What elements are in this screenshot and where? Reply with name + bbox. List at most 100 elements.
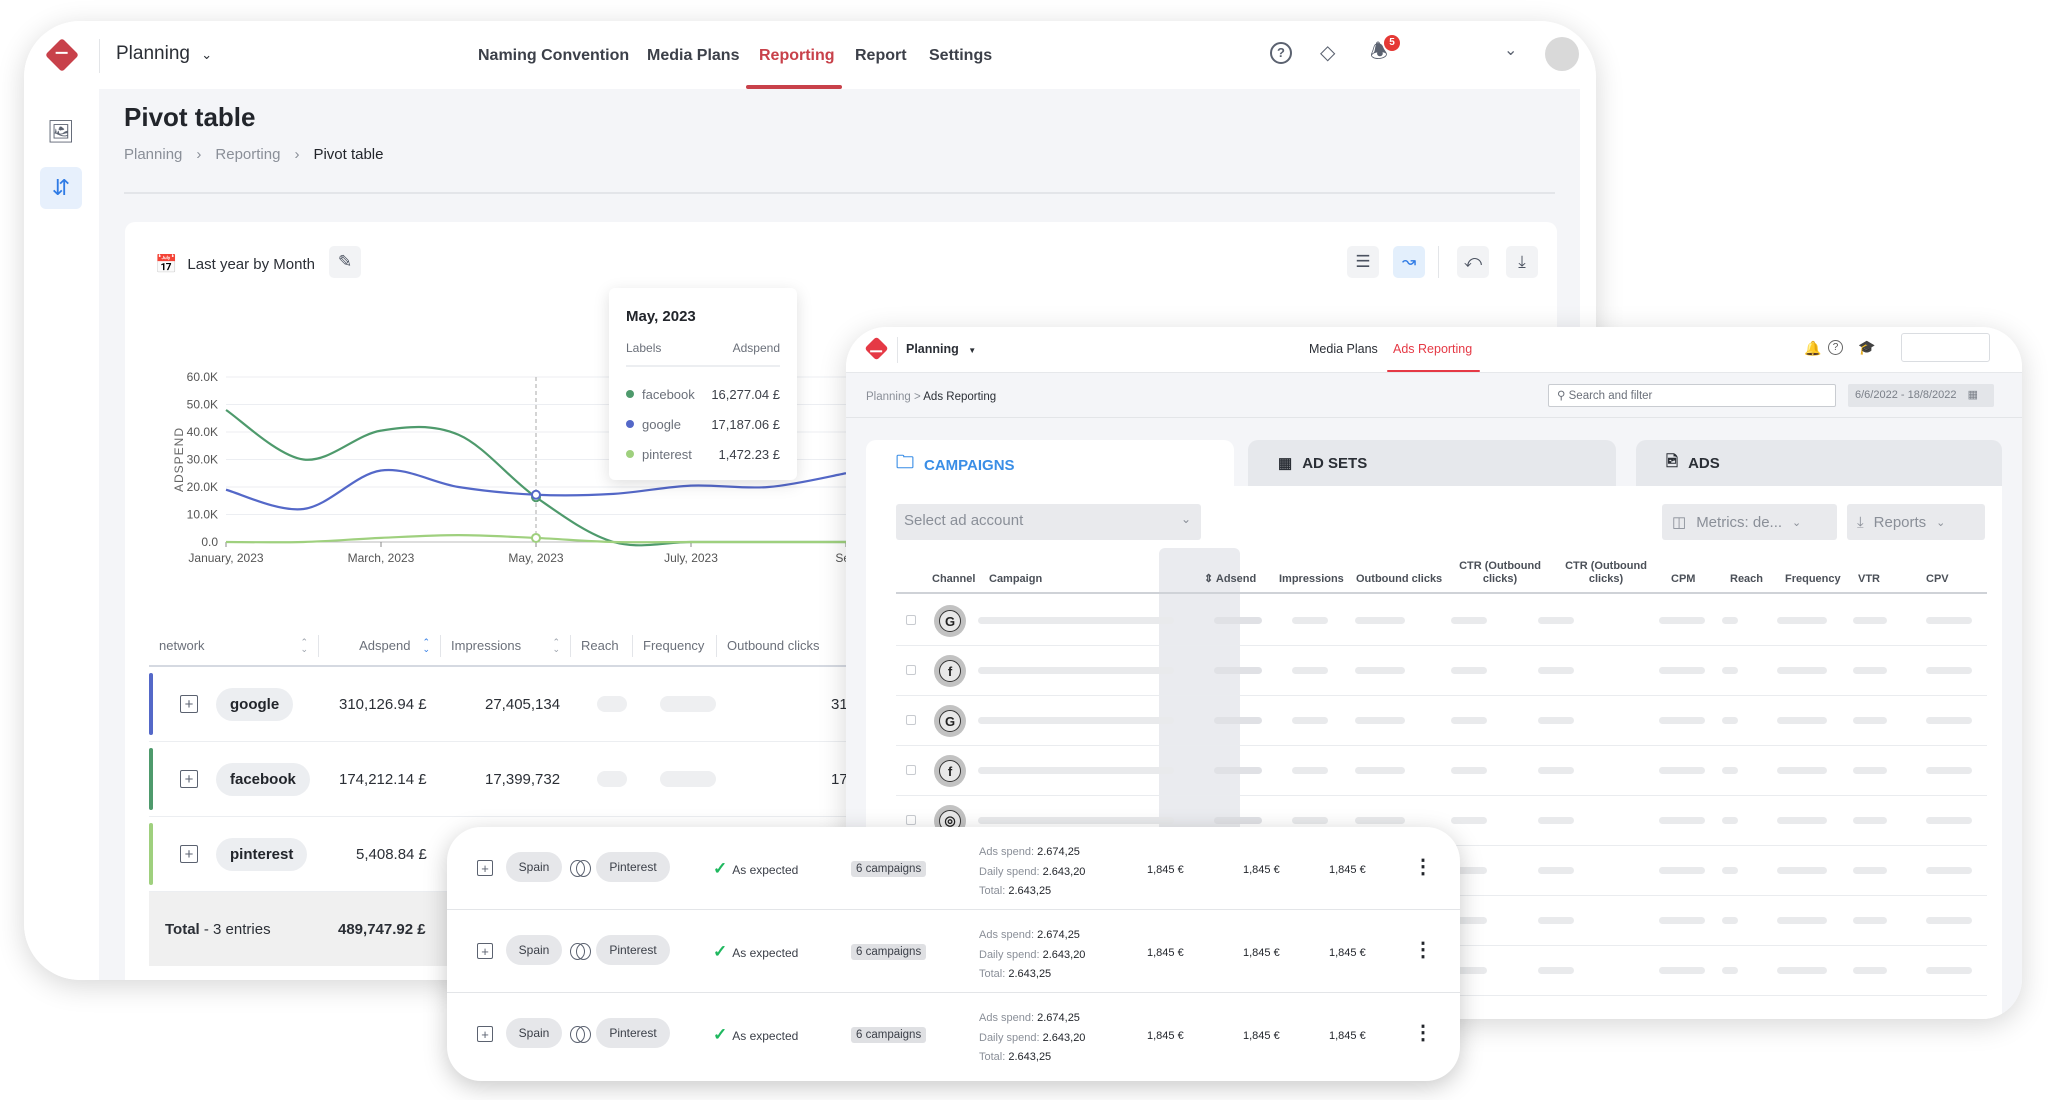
media-library-icon[interactable]: 🖼	[40, 111, 82, 153]
ads-header: Planning ▼ Media Plans Ads Reporting 🔔 ?…	[846, 327, 2022, 373]
account-box[interactable]	[1901, 333, 1990, 362]
col-reach[interactable]: Reach	[1730, 573, 1763, 586]
edit-pencil-icon[interactable]: ✎	[329, 246, 361, 278]
sort-icon[interactable]: ⌃ ⌄	[552, 638, 560, 654]
metric-placeholder	[1777, 617, 1827, 624]
col-cpm[interactable]: CPM	[1671, 573, 1695, 586]
chevron-down-icon[interactable]: ⌄	[1504, 43, 1517, 59]
col-network[interactable]: network ⌃ ⌄	[149, 635, 319, 657]
facebook-channel-icon: f	[934, 655, 966, 687]
spend-summary: Ads spend: 2.674,25 Daily spend: 2.643,20…	[979, 926, 1085, 985]
col-ctr-outbound[interactable]: CTR (Outbound clicks)	[1454, 560, 1546, 586]
col-adspend[interactable]: Adspend ⌃ ⌄	[319, 635, 441, 657]
metric-placeholder	[1355, 617, 1405, 624]
sort-icon[interactable]: ⌃ ⌄	[422, 638, 430, 654]
data-point-pinterest	[531, 532, 541, 543]
workspace-selector[interactable]: Planning ▼	[906, 342, 976, 356]
search-icon: ⚲	[1557, 390, 1566, 402]
row-checkbox[interactable]	[906, 715, 916, 725]
nav-ads-reporting[interactable]: Ads Reporting	[1393, 342, 1472, 356]
more-options-icon[interactable]: ⋮	[1413, 857, 1433, 877]
app-logo[interactable]	[864, 336, 889, 361]
status-indicator: ✓ As expected	[713, 942, 798, 962]
download-icon[interactable]: ⤓	[1506, 246, 1538, 278]
expand-icon[interactable]: +	[180, 845, 198, 863]
col-campaign[interactable]: Campaign	[989, 573, 1042, 586]
row-checkbox[interactable]	[906, 615, 916, 625]
tab-campaigns[interactable]: 🗀 CAMPAIGNS	[866, 440, 1234, 490]
ads-table-row[interactable]: G	[896, 596, 1987, 646]
col-cpv[interactable]: CPV	[1926, 573, 1949, 586]
pivot-table-icon[interactable]: ⇵	[40, 167, 82, 209]
ads-table-row[interactable]: f	[896, 746, 1987, 796]
search-input[interactable]: ⚲ Search and filter	[1548, 384, 1836, 407]
breadcrumb: Planning > Ads Reporting	[866, 391, 997, 403]
col-frequency[interactable]: Frequency	[1785, 573, 1841, 586]
academy-icon[interactable]: ◇	[1320, 43, 1335, 63]
bell-icon[interactable]: 🔔	[1804, 341, 1821, 355]
frequency-placeholder	[660, 696, 716, 712]
workspace-selector[interactable]: Planning ⌄	[116, 43, 212, 65]
sort-icon: ⇕	[1204, 573, 1214, 585]
breadcrumb-planning[interactable]: Planning	[124, 146, 182, 163]
help-icon[interactable]: ?	[1270, 42, 1292, 64]
col-outbound-clicks[interactable]: Outbound clicks	[717, 635, 847, 657]
nav-reporting[interactable]: Reporting	[759, 47, 835, 65]
label: Daily spend:	[979, 865, 1040, 878]
col-impressions[interactable]: Impressions	[1279, 573, 1344, 586]
tab-ad-sets[interactable]: ▦ AD SETS	[1248, 440, 1616, 486]
campaigns-badge[interactable]: 6 campaigns	[851, 944, 927, 960]
nav-report[interactable]: Report	[855, 47, 907, 65]
breadcrumb-current: Ads Reporting	[923, 391, 997, 403]
expand-icon[interactable]: +	[180, 695, 198, 713]
col-frequency[interactable]: Frequency	[633, 635, 717, 657]
metric-placeholder	[1853, 817, 1887, 824]
campaigns-badge[interactable]: 6 campaigns	[851, 861, 927, 877]
share-icon[interactable]: ⤺	[1457, 246, 1489, 278]
col-channel[interactable]: Channel	[932, 573, 975, 586]
academy-icon[interactable]: 🎓	[1858, 340, 1875, 354]
expand-icon[interactable]: +	[180, 770, 198, 788]
metrics-dropdown[interactable]: ◫ Metrics: de... ⌄	[1662, 504, 1837, 540]
row-checkbox[interactable]	[906, 665, 916, 675]
metric-value: 1,845 €	[1147, 864, 1184, 876]
nav-settings[interactable]: Settings	[929, 47, 992, 65]
nav-media-plans[interactable]: Media Plans	[647, 47, 739, 65]
channel-glyph: G	[939, 710, 961, 732]
folder-icon: 🗀	[896, 452, 914, 472]
row-checkbox[interactable]	[906, 765, 916, 775]
col-label: Impressions	[451, 638, 522, 653]
help-icon[interactable]: ?	[1828, 340, 1843, 355]
ads-table-row[interactable]: G	[896, 696, 1987, 746]
app-logo[interactable]	[45, 38, 79, 72]
col-adsend[interactable]: ⇕ Adsend	[1204, 573, 1256, 586]
breadcrumb-planning[interactable]: Planning	[866, 391, 911, 403]
tab-ads[interactable]: 🖻 ADS	[1636, 440, 2002, 486]
expand-icon[interactable]: +	[477, 943, 493, 959]
date-range-picker[interactable]: 6/6/2022 - 18/8/2022 ▦	[1848, 384, 1994, 407]
user-avatar[interactable]	[1545, 37, 1579, 71]
more-options-icon[interactable]: ⋮	[1413, 1023, 1433, 1043]
sort-icon[interactable]: ⌃ ⌄	[300, 638, 308, 654]
nav-media-plans[interactable]: Media Plans	[1309, 342, 1378, 356]
more-options-icon[interactable]: ⋮	[1413, 940, 1433, 960]
tab-label: ADS	[1688, 454, 1720, 472]
campaigns-badge[interactable]: 6 campaigns	[851, 1027, 927, 1043]
col-outbound-clicks[interactable]: Outbound clicks	[1356, 573, 1442, 586]
reports-dropdown[interactable]: ⤓ Reports ⌄	[1847, 504, 1985, 540]
row-checkbox[interactable]	[906, 815, 916, 825]
expand-icon[interactable]: +	[477, 1026, 493, 1042]
image-icon: 🖻	[1666, 452, 1679, 470]
col-vtr[interactable]: VTR	[1858, 573, 1880, 586]
ads-table-row[interactable]: f	[896, 646, 1987, 696]
filters-sliders-icon[interactable]: ☰	[1347, 246, 1379, 278]
chart-toggle-icon[interactable]: ↝	[1393, 246, 1425, 278]
col-impressions[interactable]: Impressions ⌃ ⌄	[441, 635, 571, 657]
nav-naming-convention[interactable]: Naming Convention	[478, 47, 629, 65]
date-range-selector[interactable]: 📅 Last year by Month	[155, 254, 315, 275]
col-ctr-outbound-2[interactable]: CTR (Outbound clicks)	[1560, 560, 1652, 586]
ad-account-select[interactable]: Select ad account ⌄	[896, 504, 1201, 540]
col-reach[interactable]: Reach	[571, 635, 633, 657]
breadcrumb-reporting[interactable]: Reporting	[215, 146, 280, 163]
expand-icon[interactable]: +	[477, 860, 493, 876]
